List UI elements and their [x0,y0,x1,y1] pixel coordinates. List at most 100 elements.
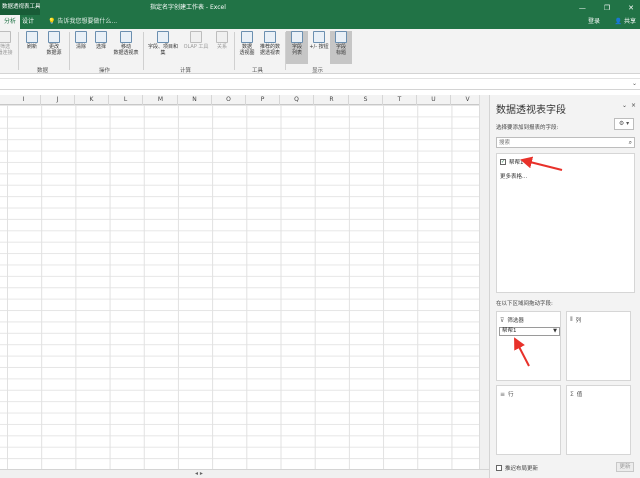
select-label: 选择 [95,44,106,50]
column-header[interactable]: L [109,95,143,105]
column-header[interactable]: I [7,95,41,105]
drag-fields-label: 在以下区域间拖动字段: [496,301,553,307]
group-separator [18,32,19,70]
plus-minus-icon [313,31,325,43]
tools-gear-button[interactable]: ⚙ ▾ [614,118,634,130]
columns-area-header: ⦀ 列 [570,316,581,324]
choose-fields-label: 选择要添加到报表的字段: [496,125,559,131]
fields-items-icon [157,31,169,43]
group-label-actions: 操作 [99,68,111,74]
window-title: 指定名字创建工作表 - Excel [150,4,226,11]
field-headers-button[interactable]: 字段 标题 [330,31,352,64]
olap-tools-button[interactable]: OLAP 工具 [181,31,211,50]
columns-area[interactable]: ⦀ 列 [566,311,631,381]
field-search-input[interactable] [497,138,617,147]
rows-area[interactable]: ≡ 行 [496,385,561,455]
tell-me-box[interactable]: 💡 告诉我您想要做什么... [48,15,117,29]
column-header[interactable]: U [417,95,451,105]
clear-label: 清除 [75,44,86,50]
move-pivottable-button[interactable]: 移动 数据透视表 [110,31,142,56]
plus-minus-buttons-button[interactable]: +/- 按钮 [308,31,330,50]
filter-field-chip[interactable]: 帮帮1 ▼ [499,327,560,336]
more-tables-link[interactable]: 更多表格... [500,172,527,180]
recommended-label: 推荐的数 据透视表 [259,44,280,56]
share-button[interactable]: 👤 共享 [615,15,636,29]
column-header[interactable]: T [383,95,417,105]
filter-connections-button[interactable]: 筛选 器连接 [0,31,16,56]
expand-formula-bar-chevron-icon[interactable]: ⌄ [632,80,637,87]
chevron-down-icon[interactable]: ▼ [553,328,557,335]
pivotchart-label: 数据 透视图 [239,44,255,56]
column-header[interactable]: N [178,95,212,105]
cell-area[interactable] [0,105,479,469]
fields-items-label: 字段、项目和 集 [147,44,178,56]
sign-in-link[interactable]: 登录 [588,15,600,29]
pivotchart-button[interactable]: 数据 透视图 [236,31,258,56]
columns-icon: ⦀ [570,316,573,323]
gear-icon: ⚙ ▾ [618,120,630,127]
defer-layout-update[interactable]: 推迟布局更新 [496,464,538,472]
formula-bar[interactable]: ⌄ [0,78,640,90]
column-header[interactable]: R [315,95,349,105]
relationships-button[interactable]: 关系 [211,31,233,50]
field-list-button[interactable]: 字段 列表 [286,31,308,64]
field-list-icon [291,31,303,43]
filters-area[interactable]: ⊽ 筛选器 帮帮1 ▼ [496,311,561,381]
column-header[interactable]: K [75,95,109,105]
rows-area-label: 行 [508,392,514,398]
fields-items-sets-button[interactable]: 字段、项目和 集 [145,31,181,56]
pane-options-chevron-icon[interactable]: ⌄ [622,102,627,109]
column-header[interactable]: Q [280,95,314,105]
close-icon[interactable]: ✕ [628,4,634,12]
group-label-calculations: 计算 [180,68,192,74]
title-bar: 数据透视表工具 指定名字创建工作表 - Excel — ❐ ✕ [0,0,640,15]
sigma-icon: Σ [570,390,574,398]
restore-icon[interactable]: ❐ [604,4,610,12]
rows-area-header: ≡ 行 [500,390,514,399]
field-headers-label: 字段 标题 [335,44,346,56]
ribbon: 筛选 器连接 刷新 更改 数据源 数据 清除 选择 移动 数据透视表 操作 字段… [0,29,640,74]
pivottable-tools-context-tab: 数据透视表工具 [0,0,40,15]
move-pivottable-label: 移动 数据透视表 [113,44,139,56]
values-area[interactable]: Σ 值 [566,385,631,455]
pivotchart-icon [241,31,253,43]
recommended-pivottables-button[interactable]: 推荐的数 据透视表 [257,31,283,56]
ribbon-tab-row: 分析 设计 💡 告诉我您想要做什么... 登录 👤 共享 [0,15,640,29]
pane-close-icon[interactable]: × [631,102,636,109]
refresh-button[interactable]: 刷新 [21,31,43,50]
columns-area-label: 列 [575,318,582,324]
olap-label: OLAP 工具 [183,44,209,50]
tab-design[interactable]: 设计 [18,15,38,29]
column-header[interactable]: M [144,95,178,105]
column-header[interactable]: S [349,95,383,105]
refresh-icon [26,31,38,43]
worksheet-grid[interactable]: I J K L M N O P Q R S T U V [0,95,479,469]
tab-analyze[interactable]: 分析 [0,15,21,29]
group-label-data: 数据 [37,68,49,74]
column-header[interactable]: V [451,95,479,105]
column-header[interactable]: O [212,95,246,105]
clear-button[interactable]: 清除 [70,31,92,50]
field-checkbox[interactable]: ✓ [500,159,506,165]
filter-connections-icon [0,31,11,43]
defer-label: 推迟布局更新 [505,466,539,472]
filter-icon: ⊽ [500,316,505,324]
search-icon[interactable]: ⌕ [629,138,632,147]
field-label: 帮帮1 [509,160,524,166]
field-search-box[interactable]: ⌕ [496,137,635,148]
plus-minus-label: +/- 按钮 [309,44,329,50]
defer-checkbox[interactable] [496,465,502,471]
select-button[interactable]: 选择 [90,31,112,50]
filters-area-label: 筛选器 [507,318,524,324]
scroll-left-arrow-icon[interactable]: ◂ ▸ [195,470,203,478]
horizontal-scrollbar[interactable]: ◂ ▸ [0,469,489,478]
column-header[interactable]: J [41,95,75,105]
minimize-icon[interactable]: — [579,4,586,12]
vertical-scrollbar[interactable] [479,95,489,469]
share-label: 共享 [623,18,636,25]
field-item[interactable]: ✓ 帮帮1 [500,158,524,166]
column-header[interactable]: P [246,95,280,105]
change-data-source-button[interactable]: 更改 数据源 [43,31,65,56]
update-button[interactable]: 更新 [616,462,634,472]
olap-icon [190,31,202,43]
